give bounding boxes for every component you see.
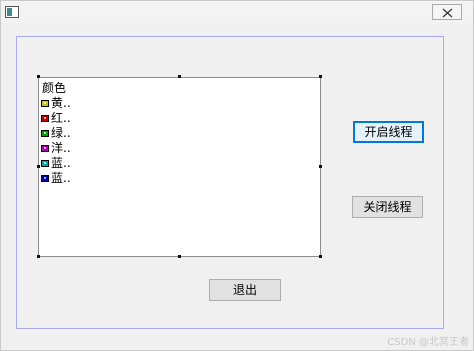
main-window: 颜色 黄.. 红.. 绿.. 洋.. 蓝.. 蓝.. 开启线程 关闭线程 退出 … (0, 0, 474, 351)
list-item-label: 洋.. (51, 141, 71, 155)
resize-handle[interactable] (178, 255, 181, 258)
list-item-label: 蓝.. (51, 156, 71, 170)
list-item[interactable]: 洋.. (41, 141, 71, 155)
color-swatch-icon (41, 159, 49, 167)
list-item[interactable]: 绿.. (41, 126, 71, 140)
list-header: 颜色 (42, 81, 67, 95)
resize-handle[interactable] (178, 75, 181, 78)
list-item-label: 红.. (51, 111, 71, 125)
resize-handle[interactable] (319, 165, 322, 168)
resize-handle[interactable] (319, 255, 322, 258)
list-item-label: 蓝.. (51, 171, 71, 185)
start-thread-button[interactable]: 开启线程 (353, 121, 424, 143)
list-item[interactable]: 红.. (41, 111, 71, 125)
stop-thread-button[interactable]: 关闭线程 (352, 196, 423, 218)
exit-button[interactable]: 退出 (209, 279, 281, 301)
color-swatch-icon (41, 129, 49, 137)
close-button[interactable] (432, 4, 462, 20)
color-swatch-icon (41, 144, 49, 152)
list-item[interactable]: 黄.. (41, 96, 71, 110)
resize-handle[interactable] (37, 75, 40, 78)
resize-handle[interactable] (319, 75, 322, 78)
color-swatch-icon (41, 99, 49, 107)
color-swatch-icon (41, 174, 49, 182)
color-swatch-icon (41, 114, 49, 122)
color-list[interactable]: 颜色 黄.. 红.. 绿.. 洋.. 蓝.. 蓝.. (38, 77, 321, 257)
app-icon (5, 6, 19, 18)
watermark: CSDN @北冥王者 (387, 337, 469, 348)
list-item-label: 黄.. (51, 96, 71, 110)
resize-handle[interactable] (37, 255, 40, 258)
close-icon (442, 8, 453, 18)
list-item[interactable]: 蓝.. (41, 156, 71, 170)
list-item[interactable]: 蓝.. (41, 171, 71, 185)
list-item-label: 绿.. (51, 126, 71, 140)
resize-handle[interactable] (37, 165, 40, 168)
title-bar (1, 1, 473, 23)
